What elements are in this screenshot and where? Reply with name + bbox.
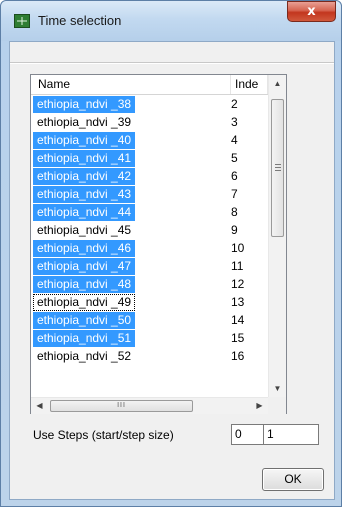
list-row[interactable]: ethiopia_ndvi _45 9: [31, 222, 268, 240]
ok-button[interactable]: OK: [262, 468, 324, 491]
scroll-up-arrow-icon[interactable]: ▲: [269, 75, 286, 92]
scroll-right-arrow-icon[interactable]: ▶: [251, 398, 268, 414]
row-index: 8: [231, 205, 238, 219]
row-index: 16: [231, 349, 245, 363]
row-name: ethiopia_ndvi _42: [33, 168, 136, 185]
row-index: 14: [231, 313, 245, 327]
row-index: 10: [231, 241, 245, 255]
list-row[interactable]: ethiopia_ndvi _44 8: [31, 204, 268, 222]
window-title: Time selection: [38, 13, 122, 28]
list-row[interactable]: ethiopia_ndvi _48 12: [31, 276, 268, 294]
list-row[interactable]: ethiopia_ndvi _51 15: [31, 330, 268, 348]
row-name: ethiopia_ndvi _38: [33, 96, 136, 113]
list-row[interactable]: ethiopia_ndvi _41 5: [31, 150, 268, 168]
title-bar[interactable]: Time selection x: [1, 1, 341, 41]
row-index: 5: [231, 151, 238, 165]
row-name: ethiopia_ndvi _48: [33, 276, 136, 293]
list-row[interactable]: ethiopia_ndvi _52 16: [31, 348, 268, 366]
horizontal-scrollbar[interactable]: ◀ III ▶: [31, 397, 268, 414]
list-row[interactable]: ethiopia_ndvi _40 4: [31, 132, 268, 150]
list-row[interactable]: ethiopia_ndvi _50 14: [31, 312, 268, 330]
row-name: ethiopia_ndvi _43: [33, 186, 136, 203]
row-index: 9: [231, 223, 238, 237]
row-name: ethiopia_ndvi _41: [33, 150, 136, 167]
row-index: 15: [231, 331, 245, 345]
grip-icon: [275, 164, 281, 171]
scrollbar-corner: [268, 397, 286, 414]
row-name: ethiopia_ndvi _49: [33, 294, 136, 311]
list-row[interactable]: ethiopia_ndvi _46 10: [31, 240, 268, 258]
list-body: ethiopia_ndvi _38 2 ethiopia_ndvi _39 3 ethi…: [31, 96, 268, 398]
list-row[interactable]: ethiopia_ndvi _43 7: [31, 186, 268, 204]
row-name: ethiopia_ndvi _39: [37, 115, 132, 129]
row-index: 4: [231, 133, 238, 147]
row-name: ethiopia_ndvi _52: [37, 349, 132, 363]
close-button[interactable]: x: [287, 1, 336, 22]
vertical-scrollbar[interactable]: ▲ ▼: [268, 75, 286, 397]
vertical-scroll-thumb[interactable]: [271, 99, 284, 237]
row-name: ethiopia_ndvi _46: [33, 240, 136, 257]
row-index: 3: [231, 115, 238, 129]
list-row[interactable]: ethiopia_ndvi _39 3: [31, 114, 268, 132]
app-grid-icon: [14, 14, 30, 28]
dialog-client-area: Name Inde ethiopia_ndvi _38 2 ethiopia_ndv…: [9, 41, 335, 500]
scroll-left-arrow-icon[interactable]: ◀: [31, 398, 48, 414]
list-row[interactable]: ethiopia_ndvi _38 2: [31, 96, 268, 114]
horizontal-scroll-thumb[interactable]: III: [50, 400, 193, 412]
row-index: 6: [231, 169, 238, 183]
row-name: ethiopia_ndvi _40: [33, 132, 136, 149]
row-name: ethiopia_ndvi _45: [37, 223, 132, 237]
row-index: 2: [231, 97, 238, 111]
row-index: 11: [231, 259, 244, 273]
row-index: 7: [231, 187, 238, 201]
column-header-name[interactable]: Name: [31, 75, 231, 94]
row-name: ethiopia_ndvi _47: [33, 258, 136, 275]
list-header: Name Inde: [31, 75, 268, 95]
step-size-input[interactable]: 1: [263, 424, 319, 445]
scroll-down-arrow-icon[interactable]: ▼: [269, 380, 286, 397]
time-list[interactable]: Name Inde ethiopia_ndvi _38 2 ethiopia_ndv…: [30, 74, 287, 414]
list-row[interactable]: ethiopia_ndvi _47 11: [31, 258, 268, 276]
column-header-index[interactable]: Inde: [231, 75, 268, 94]
row-name: ethiopia_ndvi _44: [33, 204, 136, 221]
list-row[interactable]: ethiopia_ndvi _42 6: [31, 168, 268, 186]
time-selection-window: Time selection x Name Inde ethiopia_ndvi…: [0, 0, 342, 507]
use-steps-label: Use Steps (start/step size): [33, 428, 174, 442]
separator-line: [10, 62, 334, 64]
list-row[interactable]: ethiopia_ndvi _49 13: [31, 294, 268, 312]
row-name: ethiopia_ndvi _51: [33, 330, 136, 347]
row-index: 13: [231, 295, 245, 309]
row-index: 12: [231, 277, 245, 291]
row-name: ethiopia_ndvi _50: [33, 312, 136, 329]
